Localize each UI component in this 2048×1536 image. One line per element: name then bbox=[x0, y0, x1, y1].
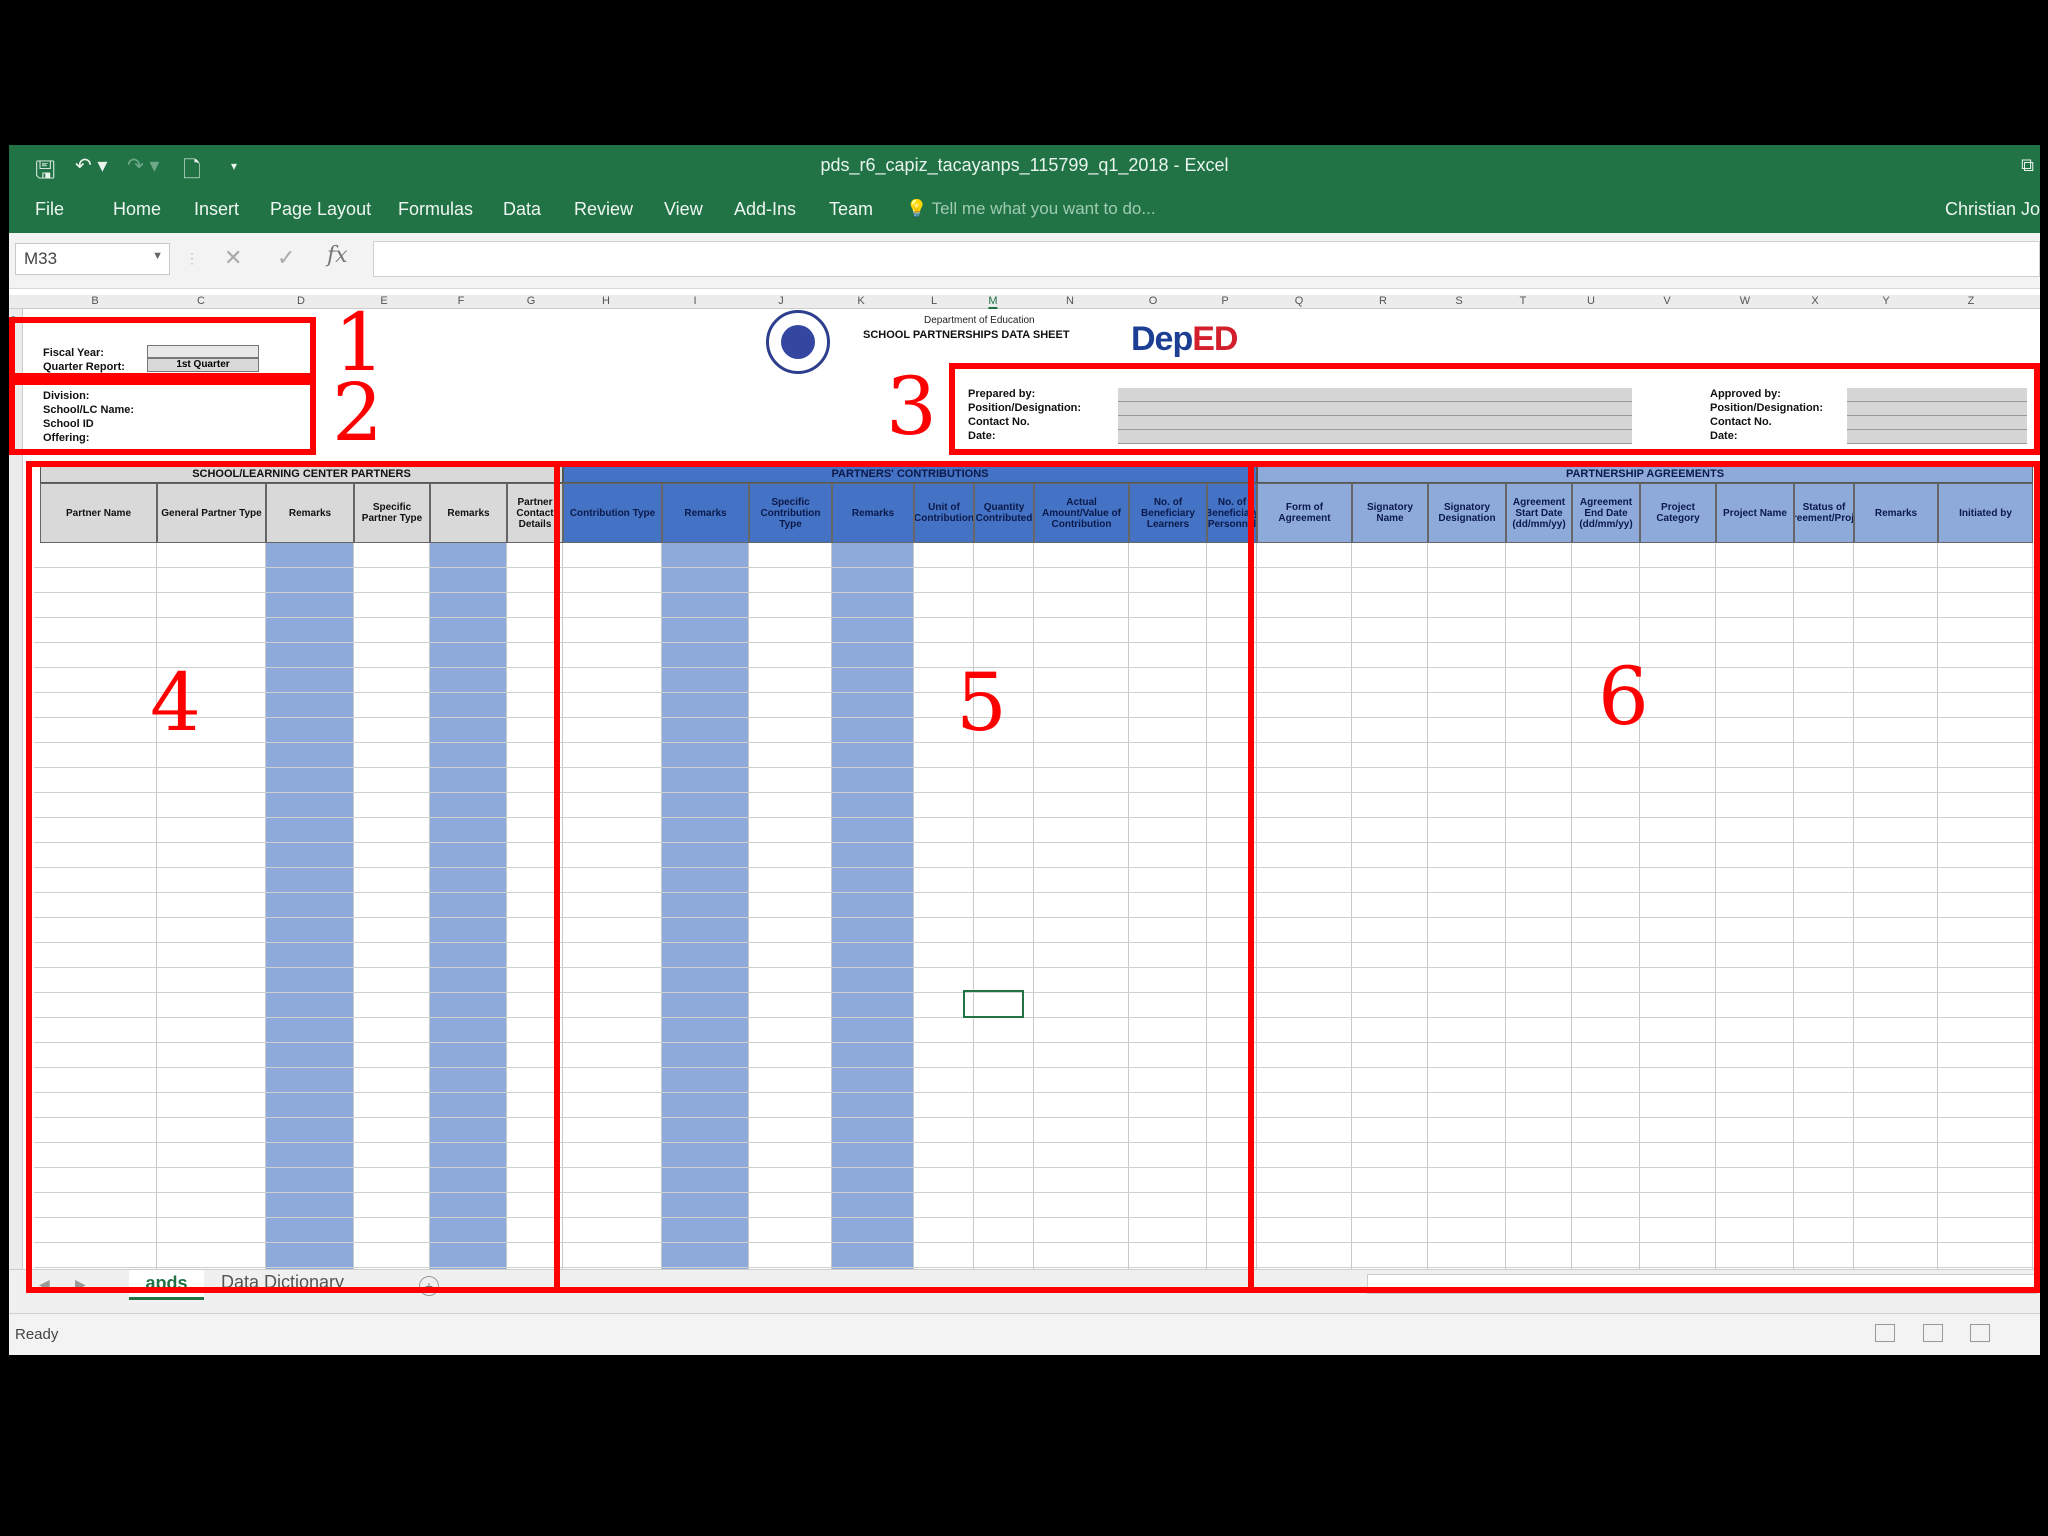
tab-home[interactable]: Home bbox=[113, 199, 161, 220]
tab-team[interactable]: Team bbox=[829, 199, 873, 220]
column-header[interactable]: U bbox=[1587, 295, 1595, 307]
tab-file[interactable]: File bbox=[35, 199, 64, 220]
column-header[interactable]: M bbox=[988, 295, 998, 309]
page-layout-view-icon[interactable] bbox=[1923, 1324, 1943, 1342]
column-header[interactable]: I bbox=[693, 295, 696, 307]
column-header[interactable]: S bbox=[1455, 295, 1462, 307]
status-ready: Ready bbox=[15, 1326, 59, 1343]
column-header[interactable]: G bbox=[527, 295, 536, 307]
document-title: pds_r6_capiz_tacayanps_115799_q1_2018 - … bbox=[820, 155, 1229, 175]
tell-me-text: Tell me what you want to do... bbox=[931, 199, 1156, 218]
tab-data[interactable]: Data bbox=[503, 199, 541, 220]
name-box-value: M33 bbox=[24, 249, 58, 268]
column-header[interactable]: Y bbox=[1882, 295, 1889, 307]
column-header[interactable]: T bbox=[1520, 295, 1527, 307]
normal-view-icon[interactable] bbox=[1875, 1324, 1895, 1342]
formula-input[interactable] bbox=[373, 241, 2040, 277]
column-header[interactable]: R bbox=[1379, 295, 1387, 307]
tell-me-search[interactable]: 💡 Tell me what you want to do... bbox=[906, 199, 1156, 219]
column-header[interactable]: C bbox=[197, 295, 205, 307]
enter-icon[interactable]: ✓ bbox=[277, 245, 295, 271]
annotation-box-3 bbox=[949, 363, 2040, 455]
sheet-title: SCHOOL PARTNERSHIPS DATA SHEET bbox=[863, 329, 1070, 341]
user-name[interactable]: Christian Jo bbox=[1945, 199, 2040, 220]
tab-add-ins[interactable]: Add-Ins bbox=[734, 199, 796, 220]
restore-window-icon[interactable]: ⧉ bbox=[2021, 155, 2034, 176]
cancel-icon[interactable]: ✕ bbox=[224, 245, 242, 271]
annotation-number-2: 2 bbox=[332, 366, 383, 459]
ribbon-tabs: File Home Insert Page Layout Formulas Da… bbox=[9, 187, 2040, 233]
column-header[interactable]: W bbox=[1740, 295, 1750, 307]
annotation-box-5 bbox=[554, 461, 1254, 1293]
column-header[interactable]: X bbox=[1811, 295, 1818, 307]
column-header[interactable]: B bbox=[91, 295, 98, 307]
page-break-view-icon[interactable] bbox=[1970, 1324, 1990, 1342]
insert-function-icon[interactable]: fx bbox=[327, 243, 348, 268]
column-header[interactable]: N bbox=[1066, 295, 1074, 307]
column-header[interactable]: J bbox=[778, 295, 784, 307]
annotation-box-2 bbox=[9, 379, 316, 455]
annotation-box-4 bbox=[26, 461, 560, 1293]
column-header[interactable]: Q bbox=[1295, 295, 1304, 307]
deped-logo-dep: Dep bbox=[1131, 320, 1193, 358]
column-header[interactable]: Z bbox=[1968, 295, 1975, 307]
more-options-icon: ⋮ bbox=[185, 250, 199, 266]
name-box[interactable]: M33 ▼ bbox=[15, 243, 170, 275]
chevron-down-icon[interactable]: ▼ bbox=[152, 250, 163, 262]
column-header[interactable]: F bbox=[458, 295, 465, 307]
lightbulb-icon: 💡 bbox=[906, 199, 932, 218]
column-header[interactable]: H bbox=[602, 295, 610, 307]
status-bar: Ready bbox=[9, 1313, 2040, 1355]
deped-logo: DepED bbox=[1131, 320, 1238, 359]
annotation-number-5: 5 bbox=[956, 656, 1007, 749]
column-header[interactable]: K bbox=[857, 295, 864, 307]
column-header[interactable]: L bbox=[931, 295, 937, 307]
tab-formulas[interactable]: Formulas bbox=[398, 199, 473, 220]
column-header[interactable]: V bbox=[1663, 295, 1670, 307]
title-bar: 🖫 ↶ ▾ ↷ ▾ 🗋 ▾ pds_r6_capiz_tacayanps_115… bbox=[9, 145, 2040, 187]
deped-logo-ed: ED bbox=[1192, 320, 1238, 358]
annotation-box-1 bbox=[9, 317, 316, 379]
tab-view[interactable]: View bbox=[664, 199, 703, 220]
column-header[interactable]: P bbox=[1221, 295, 1228, 307]
tab-page-layout[interactable]: Page Layout bbox=[270, 199, 371, 220]
annotation-box-6 bbox=[1248, 461, 2040, 1293]
annotation-number-3: 3 bbox=[886, 360, 937, 453]
annotation-number-6: 6 bbox=[1598, 650, 1649, 743]
column-header[interactable]: O bbox=[1149, 295, 1158, 307]
tab-insert[interactable]: Insert bbox=[194, 199, 239, 220]
deped-seal-logo bbox=[766, 310, 830, 374]
department-label: Department of Education bbox=[924, 315, 1035, 326]
column-headers: BCDEFGHIJKLMNOPQRSTUVWXYZ bbox=[9, 295, 2040, 309]
annotation-number-4: 4 bbox=[150, 656, 201, 749]
column-header[interactable]: D bbox=[297, 295, 305, 307]
formula-bar: M33 ▼ ⋮ ✕ ✓ fx bbox=[9, 233, 2040, 289]
tab-review[interactable]: Review bbox=[574, 199, 633, 220]
